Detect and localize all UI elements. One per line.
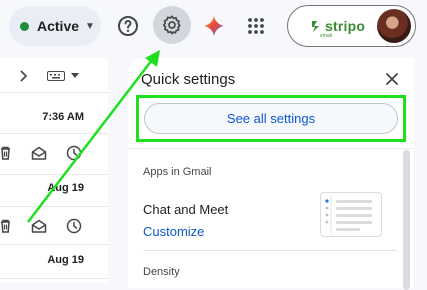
avatar[interactable] bbox=[377, 9, 411, 43]
mark-read-icon[interactable] bbox=[31, 145, 47, 161]
keyboard-icon[interactable] bbox=[47, 71, 65, 81]
quick-settings-scrollbar[interactable] bbox=[403, 150, 410, 290]
chat-meet-label: Chat and Meet bbox=[143, 202, 229, 217]
see-all-settings-button[interactable]: See all settings bbox=[144, 103, 398, 134]
row-divider bbox=[0, 244, 108, 245]
mail-list: 7:36 AM Aug 19 Aug 19 bbox=[0, 58, 108, 283]
quick-settings-panel: Quick settings See all settings Apps in … bbox=[128, 58, 414, 290]
customize-link[interactable]: Customize bbox=[143, 224, 204, 239]
trash-icon[interactable] bbox=[0, 145, 13, 161]
brand-logo: stripo bbox=[310, 18, 365, 34]
gear-icon bbox=[162, 15, 181, 35]
status-dropdown[interactable]: Active ▼ bbox=[9, 6, 101, 46]
row-divider bbox=[0, 278, 108, 279]
list-toolbar bbox=[0, 58, 108, 92]
snooze-clock-icon[interactable] bbox=[66, 145, 82, 161]
snooze-clock-icon[interactable] bbox=[66, 218, 82, 234]
brand-name: stripo bbox=[325, 18, 366, 34]
row-time: Aug 19 bbox=[47, 254, 84, 266]
gemini-button[interactable] bbox=[198, 10, 230, 42]
mark-read-icon[interactable] bbox=[31, 218, 47, 234]
close-icon[interactable] bbox=[382, 69, 402, 89]
gemini-sparkle-icon bbox=[203, 15, 225, 37]
row-time: Aug 19 bbox=[47, 182, 84, 194]
row-divider bbox=[0, 133, 108, 134]
row-divider bbox=[0, 174, 108, 175]
chat-meet-preview-thumbnail[interactable] bbox=[320, 192, 382, 237]
help-icon bbox=[118, 16, 138, 36]
row-divider bbox=[0, 92, 108, 93]
brand-sub: email bbox=[320, 33, 332, 39]
status-dot-icon bbox=[20, 21, 29, 31]
chevron-down-icon: ▼ bbox=[85, 20, 95, 32]
row-time: 7:36 AM bbox=[42, 111, 84, 123]
chevron-right-icon[interactable] bbox=[19, 70, 29, 82]
apps-button[interactable] bbox=[240, 10, 272, 42]
section-divider bbox=[128, 148, 414, 149]
status-label: Active bbox=[37, 18, 80, 34]
help-button[interactable] bbox=[112, 10, 144, 42]
annotation-highlight-box: See all settings bbox=[136, 95, 406, 142]
trash-icon[interactable] bbox=[0, 218, 13, 234]
settings-button[interactable] bbox=[153, 6, 191, 44]
section-divider bbox=[143, 250, 397, 251]
chevron-down-icon[interactable] bbox=[71, 73, 79, 79]
density-heading: Density bbox=[143, 266, 180, 278]
stripo-logo-icon bbox=[312, 21, 319, 32]
apps-in-gmail-heading: Apps in Gmail bbox=[143, 166, 212, 178]
row-divider bbox=[0, 206, 108, 207]
quick-settings-title: Quick settings bbox=[141, 71, 236, 88]
apps-grid-icon bbox=[248, 18, 264, 34]
account-card[interactable]: stripo email bbox=[287, 5, 416, 47]
layout-preview-icon bbox=[325, 195, 372, 234]
